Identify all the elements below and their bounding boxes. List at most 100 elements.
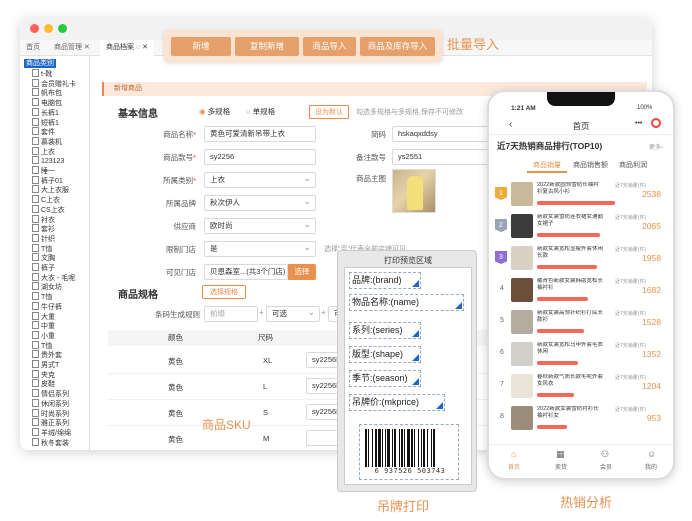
tree-item[interactable]: 帆布包 [32,88,62,98]
tree-item[interactable]: 雅正系列 [32,418,69,428]
ranking-item[interactable]: 3 新款女装宽松显瘦外套休闲长款 近7天销量(件) 1958 [495,244,667,272]
tree-item[interactable]: 上衣 [32,147,55,157]
tree-item[interactable]: 电脑包 [32,98,62,108]
visible-store-input[interactable]: 贝恩森室...(共3个门店) [204,264,288,280]
tree-item[interactable]: 慕装机 [32,137,62,147]
price-field[interactable]: 吊牌价:(mkprice) [349,394,445,411]
brand-field[interactable]: 品牌:(brand) [349,272,421,289]
supplier-select[interactable]: 欧时尚 [204,217,316,234]
nav-me[interactable]: 我的 [645,462,657,471]
tree-item[interactable]: 贵外套 [32,350,62,360]
select-store-button[interactable]: 选择 [288,264,316,280]
tree-item[interactable]: T恤 [32,244,52,254]
tree-item[interactable]: T恤 [32,292,52,302]
tab-sales-amount[interactable]: 商品销售额 [573,160,608,170]
tree-item[interactable]: 会员赠礼卡 [32,79,76,89]
tree-item[interactable]: 衬衣 [32,215,55,225]
close-icon[interactable]: ✕ [84,44,90,51]
tab-product-management[interactable]: 商品管理 ✕ [48,40,96,56]
members-icon[interactable]: ⚇ [601,449,609,460]
more-dots-icon[interactable]: ••• [635,120,642,127]
tree-item[interactable]: 小重 [32,331,55,341]
maximize-window-icon[interactable] [58,24,67,33]
ranking-item[interactable]: 6 新款女装宽松马甲外套毛衣休闲 近7天销量(件) 1352 [495,340,667,368]
close-window-icon[interactable] [30,24,39,33]
tree-item[interactable]: 皮鞋 [32,379,55,389]
tree-item[interactable]: 秋冬套装 [32,438,69,448]
tree-item[interactable]: 中重 [32,321,55,331]
tree-item[interactable]: 大衣 - 毛呢 [32,273,75,283]
select-spec-button[interactable]: 选择规格 [202,285,246,299]
tree-item[interactable]: 文胸 [32,253,55,263]
tree-item[interactable]: C上衣 [32,195,60,205]
nav-members[interactable]: 会员 [600,462,612,471]
tree-item[interactable]: 短裤1 [32,118,59,128]
limit-store-select[interactable]: 是 [204,240,316,257]
tree-item[interactable]: 套衫 [32,224,55,234]
category-select[interactable]: 上衣 [204,171,316,188]
barcode-prefix-input[interactable]: 前缀 [204,306,258,322]
tree-root[interactable]: 商品类别 [24,59,56,68]
tree-item[interactable]: 羊绒/绵绵 [32,428,71,438]
home-icon[interactable]: ⌂ [511,449,516,459]
name-input[interactable]: 黄色可爱清新吊带上衣 [204,126,316,142]
tab-sales-volume[interactable]: 商品销量 [533,160,561,170]
more-link[interactable]: 更多› [649,142,663,151]
tree-item[interactable]: 长裤1 [32,108,59,118]
tab-product-archive[interactable]: 商品档案 ◌ ✕ [100,40,154,56]
nav-sell[interactable]: 卖货 [555,462,567,471]
add-button[interactable]: 新增 [171,37,231,56]
ranking-item[interactable]: 2 新款女装雪纺连衣裙女通勤女裙子 近7天销量(件) 2065 [495,212,667,240]
product-name: 藏青色新款女装韩版宽松长袖衬衫 [537,278,603,291]
tree-item[interactable]: 睡一 [32,166,55,176]
close-icon[interactable]: ✕ [142,44,148,51]
barcode-part2-select[interactable]: 可选 [266,305,320,322]
spec-single-radio[interactable]: ○ 单规格 [246,106,275,117]
tree-item[interactable]: 裤子 [32,263,55,273]
tree-item[interactable]: t-靴 [32,69,52,79]
grid-icon[interactable]: ▦ [556,449,565,460]
tree-item[interactable]: 男式T [32,360,59,370]
copy-add-button[interactable]: 复制新增 [235,37,299,56]
tree-item[interactable]: CS上衣 [32,205,65,215]
season-field[interactable]: 季节:(season) [349,370,421,387]
ranking-item[interactable]: 7 春秋新款气质长款毛呢外套女风衣 近7天销量(件) 1204 [495,372,667,400]
product-import-button[interactable]: 商品导入 [303,37,356,56]
tree-item[interactable]: 牛仔裤 [32,302,62,312]
ranking-item[interactable]: 1 2022新款圆领雪纺长袖衬衫复古风小衫 近7天销量(件) 2538 [495,180,667,208]
tree-item[interactable]: 湖女坊 [32,282,62,292]
tree-item[interactable]: 夹克 [32,370,55,380]
ranking-item[interactable]: 8 2022新款女装雪纺衬衫长袖衬衫女 近7天销量(件) 953 [495,404,667,432]
tab-home[interactable]: 首页 [20,40,46,56]
tree-item[interactable]: 情侣系列 [32,389,69,399]
tree-item[interactable]: 休闲系列 [32,399,69,409]
series-field[interactable]: 系列:(series) [349,322,421,339]
code-input[interactable]: sy2256 [204,149,316,165]
spec-multi-radio[interactable]: ◉ 多规格 [199,106,230,117]
product-thumbnail [511,342,533,366]
product-main-image[interactable] [392,169,436,213]
product-name-field[interactable]: 物品名称:(name) [349,294,464,311]
tree-item[interactable]: T恤 [32,341,52,351]
record-icon[interactable] [651,118,661,128]
set-default-button[interactable]: 设为默认 [309,105,349,119]
user-icon[interactable]: ☺ [647,449,656,459]
refresh-icon[interactable]: ◌ [136,44,140,51]
tree-item[interactable]: 套件 [32,127,55,137]
tab-profit[interactable]: 商品利润 [619,160,647,170]
brand-select[interactable]: 秋次伊人 [204,194,316,211]
tree-item[interactable]: 针织 [32,234,55,244]
tree-item[interactable]: 时尚系列 [32,409,69,419]
product-stock-import-button[interactable]: 商品及库存导入 [360,37,435,56]
ranking-item[interactable]: 4 藏青色新款女装韩版宽松长袖衬衫 近7天销量(件) 1682 [495,276,667,304]
tree-item[interactable]: 123123 [32,156,64,166]
tree-item[interactable]: 大重 [32,312,55,322]
shape-field[interactable]: 版型:(shape) [349,346,421,363]
ranking-item[interactable]: 5 新款女装高领针织衫打底长款衫 近7天销量(件) 1528 [495,308,667,336]
tree-item[interactable]: 大上衣服 [32,185,69,195]
barcode-field[interactable]: 6 937526 503743 [359,424,459,480]
product-name: 新款女装雪纺连衣裙女通勤女裙子 [537,214,603,227]
nav-home[interactable]: 首页 [508,462,520,471]
tree-item[interactable]: 裤子01 [32,176,63,186]
minimize-window-icon[interactable] [44,24,53,33]
